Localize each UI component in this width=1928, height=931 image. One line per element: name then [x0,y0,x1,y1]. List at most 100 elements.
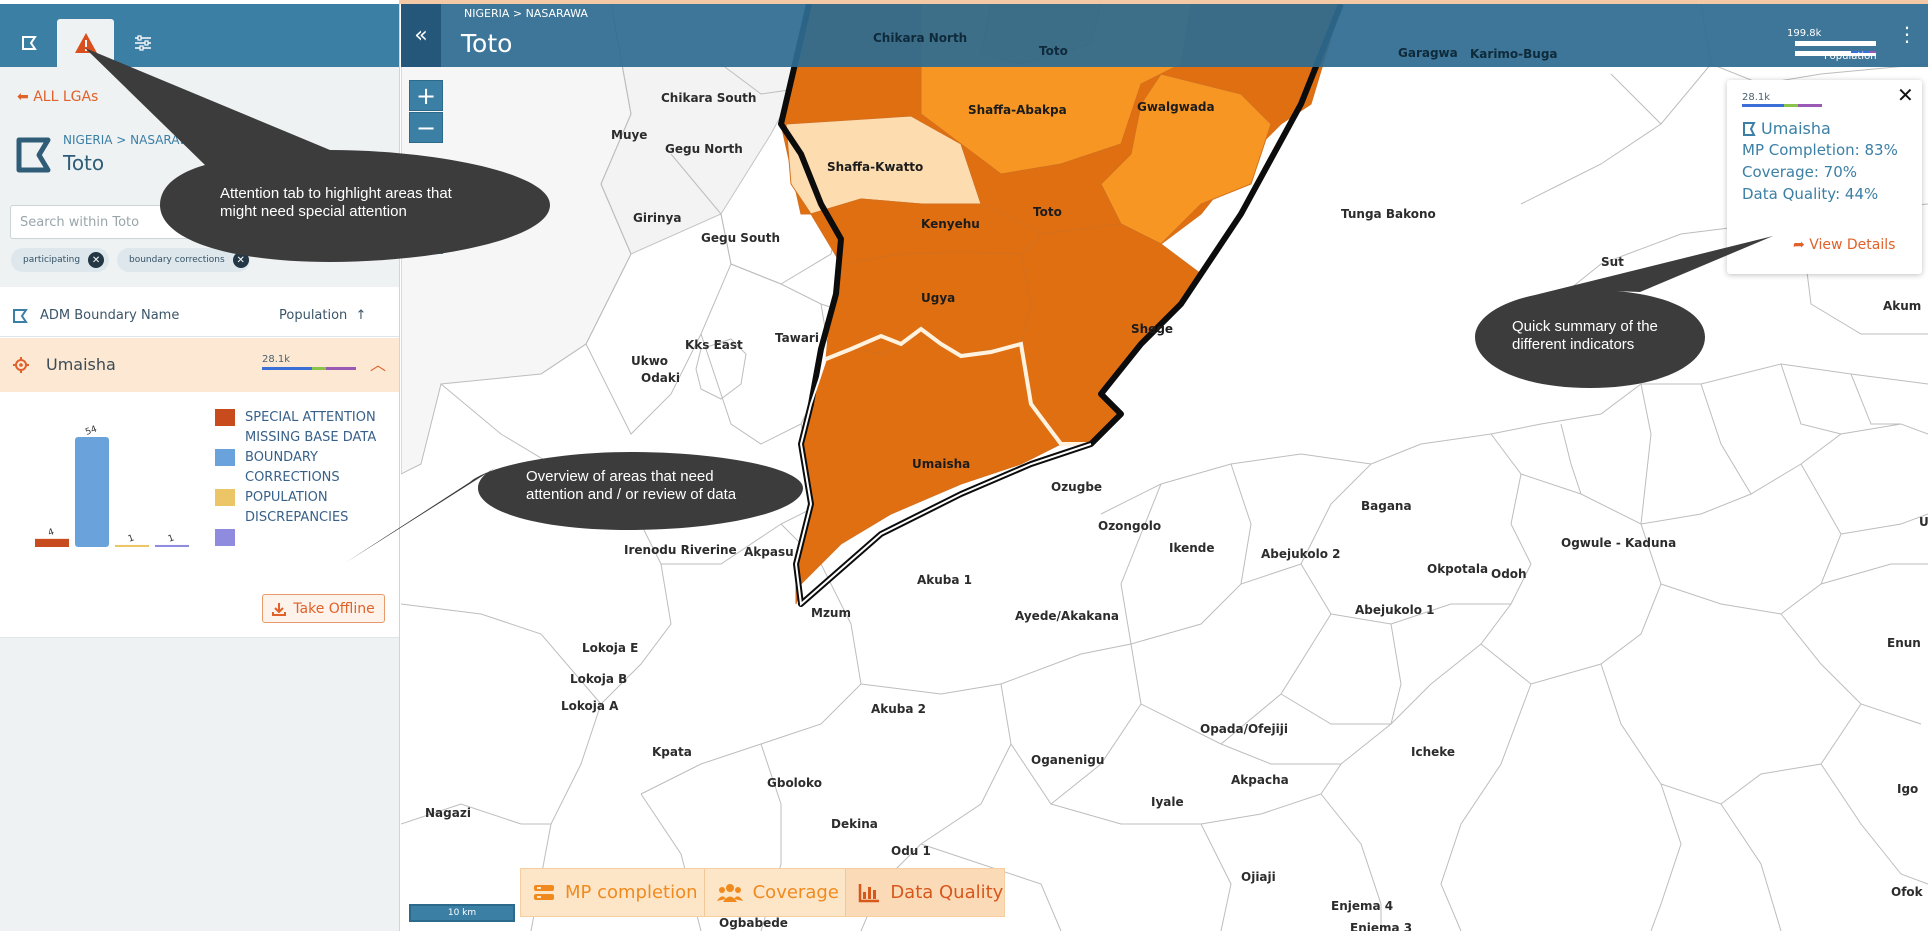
map-label-u: U [1919,515,1928,529]
target-icon [13,357,29,373]
map-label-ugya: Ugya [921,291,955,305]
coverage-button[interactable]: Coverage [705,869,847,916]
locate-button[interactable] [409,224,443,254]
row-bar-seg1 [262,367,312,370]
map-label-chikara-south: Chikara South [661,91,756,105]
map-label-odoh: Odoh [1491,567,1527,581]
header-population-value: 199.8k [1787,28,1822,39]
map-label-abejukolo1: Abejukolo 1 [1355,603,1434,617]
legend-swatch [215,449,235,466]
map-label-ogwule: Ogwule - Kaduna [1561,536,1676,550]
map-label-bagana: Bagana [1361,499,1412,513]
people-icon [716,883,743,902]
map-label-ukwo: Ukwo [631,354,668,368]
take-offline-label: Take Offline [293,600,375,617]
mp-completion-button[interactable]: MP completion [521,869,705,916]
boundary-large-icon [16,137,51,173]
attention-bar-3[interactable] [155,544,189,547]
all-lgas-link[interactable]: ⬅︎ ALL LGAs [17,89,98,105]
chip-remove-icon[interactable]: ✕ [88,252,105,268]
map-label-icheke: Icheke [1411,745,1455,759]
attention-bar-1[interactable] [75,437,109,547]
column-header-name[interactable]: ADM Boundary Name [40,308,179,323]
map-label-shege: Shege [1131,322,1173,336]
map-label-kenyehu: Kenyehu [921,217,980,231]
map-label-gegu-south: Gegu South [701,231,780,245]
more-menu-icon[interactable]: ⋮ [1897,22,1917,46]
app-root: Shaffa-Abakpa Gwalgwada Shaffa-Kwatto Ke… [0,0,1928,931]
chip-boundary-corrections-label: boundary corrections [129,255,225,265]
map-label-ikende: Ikende [1169,541,1215,555]
map-label-kks-east: Kks East [685,338,743,352]
view-details-link[interactable]: ➦ View Details [1793,237,1895,253]
map-label-shaffa-abakpa: Shaffa-Abakpa [968,103,1067,117]
legend-item-1: MISSING BASE DATA [215,428,380,448]
popup-population-bar [1742,104,1822,107]
legend-swatch [215,529,235,546]
map-label-irenodu: Irenodu Riverine [624,543,737,557]
map-label-toto: Toto [1033,205,1062,219]
indicator-bar: MP completion Coverage Data Quality [520,868,1005,917]
bar-chart-icon [859,883,880,902]
legend-label: BOUNDARY CORRECTIONS [245,450,340,485]
toto-lga-wards [780,4,1342,605]
map-canvas[interactable]: Shaffa-Abakpa Gwalgwada Shaffa-Kwatto Ke… [401,4,1928,931]
popup-name: Umaisha [1761,119,1831,138]
chip-boundary-corrections: boundary corrections ✕ [117,248,250,272]
map-label-sut: Sut [1601,255,1624,269]
popup-coverage: Coverage: 70% [1742,163,1858,181]
popup-population-value: 28.1k [1742,92,1771,103]
sidebar-tab-bar [0,4,399,67]
collapse-chevron-icon[interactable]: ︿ [370,351,386,375]
legend-label: MISSING BASE DATA [245,430,377,445]
take-offline-button[interactable]: Take Offline [262,594,385,623]
sidebar-breadcrumb[interactable]: NIGERIA > NASARAWA > [63,133,212,147]
tab-filters[interactable] [114,19,171,67]
zoom-out-button[interactable]: − [409,112,443,143]
popup-data-quality: Data Quality: 44% [1742,185,1879,203]
coverage-label: Coverage [752,882,839,903]
locate-icon [417,230,435,248]
warning-icon [74,33,97,53]
map-label-enjema3: Enjema 3 [1350,921,1412,931]
column-header-population[interactable]: Population ↑ [279,308,366,323]
map-label-ogbabede: Ogbabede [719,916,788,930]
list-item-population: 28.1k [262,354,291,365]
map-label-oganenigu: Oganenigu [1031,753,1104,767]
list-item-name: Umaisha [46,355,116,374]
legend-item-0: SPECIAL ATTENTION [215,408,380,428]
map-label-akuba2: Akuba 2 [871,702,926,716]
chip-remove-icon[interactable]: ✕ [232,252,249,268]
header-label-karimo-buga: Karimo-Buga [1470,47,1558,61]
attention-bar-label-0: 4 [47,527,56,538]
zoom-in-button[interactable]: + [409,80,443,111]
boundary-icon [21,36,37,50]
popup-bar-seg3 [1798,104,1822,107]
legend-label: SPECIAL ATTENTION [245,410,376,425]
header-population-bar [1795,41,1876,56]
attention-bar-0[interactable] [35,538,69,547]
map-label-ozugbe: Ozugbe [1051,480,1102,494]
back-arrow-icon: ⬅︎ [17,89,29,105]
tab-boundary[interactable] [0,19,57,67]
download-icon [272,602,287,616]
legend-item-2: BOUNDARY CORRECTIONS [215,448,380,488]
attention-bar-2[interactable] [115,544,149,547]
sidebar-footer-area [0,637,399,931]
map-label-ojiaji: Ojiaji [1241,870,1276,884]
search-input[interactable] [10,205,220,239]
share-icon: ➦ [1793,237,1805,253]
legend-item-4 [215,528,380,546]
map-label-igo: Igo [1897,782,1918,796]
map-label-dekina: Dekina [831,817,878,831]
tab-attention[interactable] [57,19,114,67]
mp-completion-label: MP completion [565,882,698,903]
map-label-ozongolo: Ozongolo [1098,519,1161,533]
attention-bar-chart: 4 54 1 1 [35,424,189,547]
list-item-umaisha[interactable]: Umaisha 28.1k ︿ [0,338,399,392]
popup-close-button[interactable]: ✕ [1897,83,1914,107]
map-label-akuba1: Akuba 1 [917,573,972,587]
header-label-chikara-north: Chikara North [873,31,967,45]
map-label-gegu-north: Gegu North [665,142,743,156]
data-quality-button[interactable]: Data Quality [846,869,1004,916]
